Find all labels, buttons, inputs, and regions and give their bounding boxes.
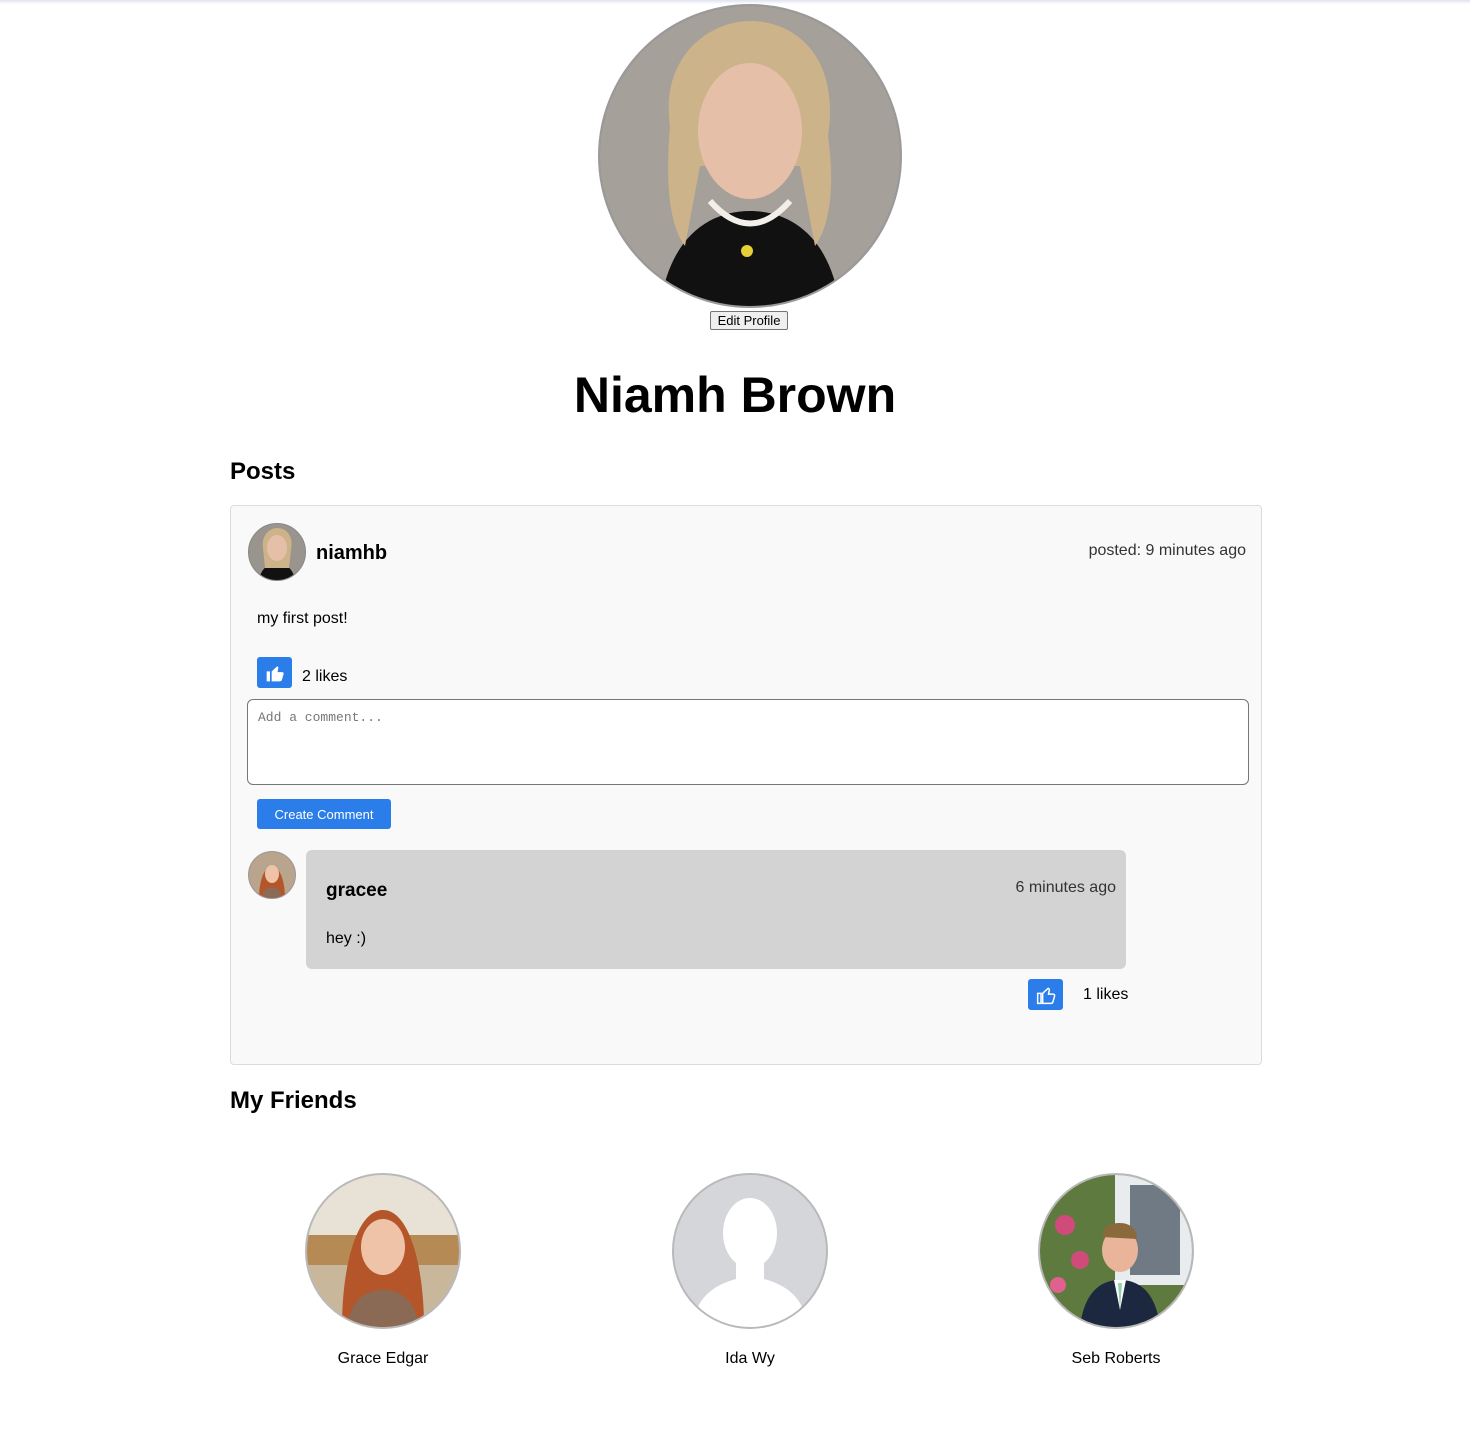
friends-heading: My Friends xyxy=(230,1087,357,1114)
comment-like-count: 1 likes xyxy=(1083,986,1129,1003)
post-author-avatar[interactable] xyxy=(248,523,306,581)
friend-card[interactable]: Ida Wy xyxy=(650,1173,850,1368)
edit-profile-button[interactable]: Edit Profile xyxy=(710,311,788,330)
friend-card[interactable]: Seb Roberts xyxy=(1016,1173,1216,1368)
comment-username[interactable]: gracee xyxy=(326,880,387,902)
post-timestamp: posted: 9 minutes ago xyxy=(1088,542,1246,559)
profile-avatar xyxy=(598,4,902,308)
default-avatar-icon[interactable] xyxy=(672,1173,828,1329)
comment-like-button[interactable] xyxy=(1028,979,1063,1010)
comment-author-avatar[interactable] xyxy=(248,851,296,899)
comment-text: hey :) xyxy=(326,930,367,947)
post-card: niamhb posted: 9 minutes ago my first po… xyxy=(230,505,1262,1065)
post-like-button[interactable] xyxy=(257,657,292,688)
friend-avatar[interactable] xyxy=(305,1173,461,1329)
profile-name: Niamh Brown xyxy=(573,367,897,423)
friend-name[interactable]: Seb Roberts xyxy=(1016,1350,1216,1368)
post-body: my first post! xyxy=(257,610,348,627)
posts-heading: Posts xyxy=(230,458,296,485)
thumbs-up-icon xyxy=(266,665,284,681)
friend-name[interactable]: Grace Edgar xyxy=(283,1350,483,1368)
post-like-count: 2 likes xyxy=(302,668,348,685)
friend-avatar[interactable] xyxy=(1038,1173,1194,1329)
comment-timestamp: 6 minutes ago xyxy=(1015,879,1116,896)
create-comment-button[interactable]: Create Comment xyxy=(257,799,391,829)
post-author-username[interactable]: niamhb xyxy=(316,542,387,565)
thumbs-up-outline-icon xyxy=(1036,987,1055,1004)
friend-card[interactable]: Grace Edgar xyxy=(283,1173,483,1368)
top-bar xyxy=(0,0,1470,4)
comment-bubble: gracee 6 minutes ago hey :) xyxy=(306,850,1126,969)
comment-input[interactable] xyxy=(247,699,1249,785)
friend-name[interactable]: Ida Wy xyxy=(650,1350,850,1368)
